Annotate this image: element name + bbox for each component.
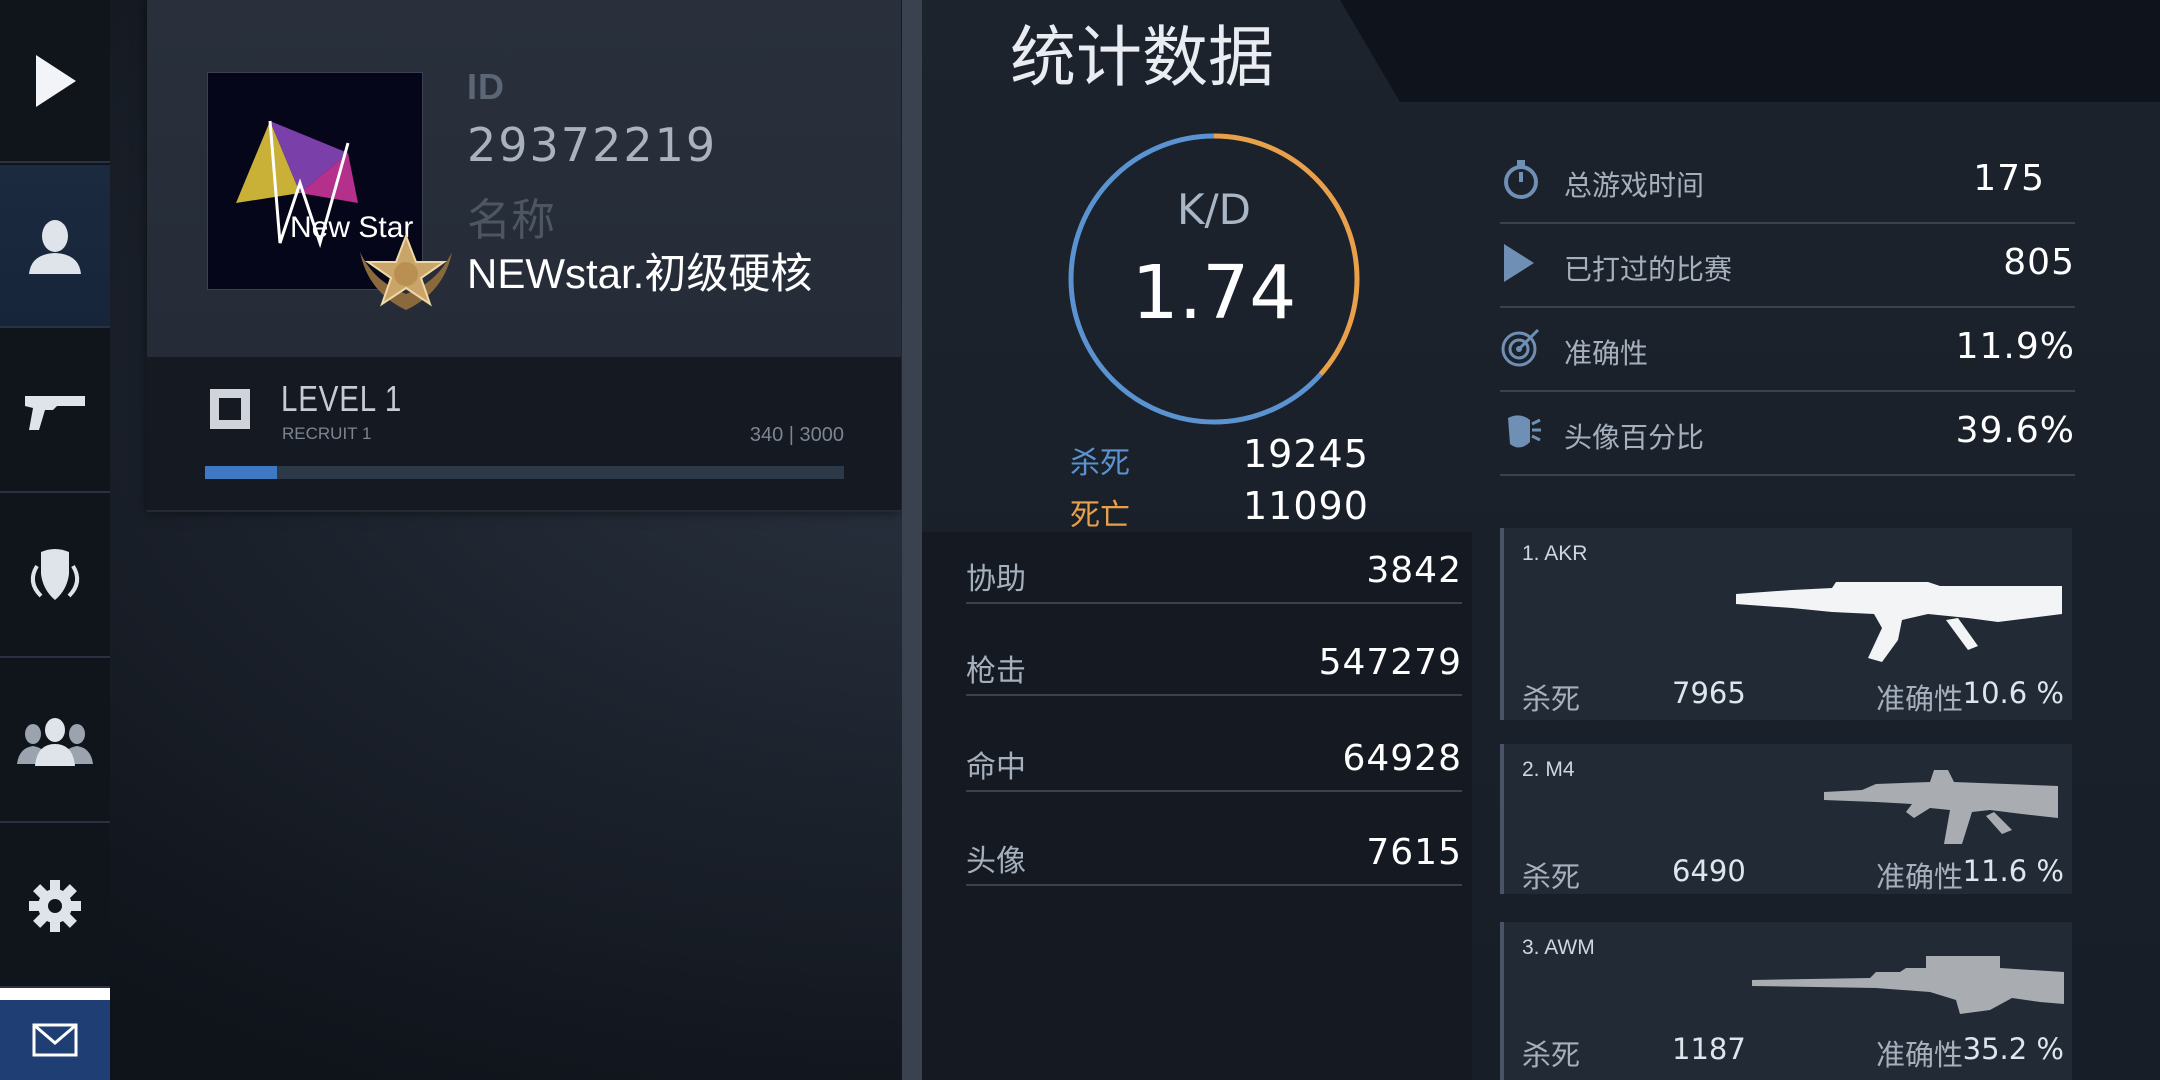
stats-title: 统计数据: [1010, 19, 1274, 96]
rank-badge-icon: [360, 233, 452, 310]
weapon-accuracy-label: 准确性: [1876, 860, 1964, 894]
nav-mail-button[interactable]: [0, 1000, 110, 1080]
rifle-m4-icon: [1824, 770, 2058, 844]
summary-row-accuracy: 准确性 11.9%: [1500, 306, 2075, 392]
stat-row-shots: 枪击 547279: [966, 630, 1462, 696]
headshot-icon: [1508, 415, 1541, 448]
nav-settings-button[interactable]: [0, 825, 110, 988]
weapon-kills-label: 杀死: [1522, 1038, 1581, 1072]
level-xp-text: 340 | 3000: [749, 424, 844, 446]
stat-value: 7615: [1366, 832, 1462, 873]
weapon-card-akr[interactable]: 1. AKR 杀死 7965 准确性 10.6 %: [1500, 528, 2072, 720]
stat-label: 头像: [966, 844, 1026, 879]
weapon-kills-value: 6490: [1672, 854, 1746, 888]
profile-icon: [29, 219, 81, 274]
rifle-ak-icon: [1736, 582, 2062, 662]
stat-row-assists: 协助 3842: [966, 538, 1462, 604]
weapon-name: 2. M4: [1522, 758, 1575, 781]
xp-progress-bar: [205, 466, 844, 479]
stat-value: 64928: [1342, 738, 1462, 779]
level-title: LEVEL 1: [281, 378, 403, 419]
level-rank-icon: [210, 389, 250, 429]
weapon-accuracy-label: 准确性: [1876, 1038, 1964, 1072]
deaths-label: 死亡: [1070, 498, 1130, 533]
stat-label: 协助: [966, 562, 1026, 597]
weapon-card-awm[interactable]: 3. AWM 杀死 1187 准确性 35.2 %: [1500, 922, 2072, 1080]
summary-row-headshot-pct: 头像百分比 39.6%: [1500, 390, 2075, 476]
weapon-kills-label: 杀死: [1522, 682, 1581, 716]
id-value: 29372219: [467, 118, 718, 172]
weapon-card-m4[interactable]: 2. M4 杀死 6490 准确性 11.6 %: [1500, 744, 2072, 894]
deaths-value: 11090: [1243, 484, 1369, 528]
summary-value: 175: [1973, 158, 2045, 199]
stat-label: 枪击: [966, 654, 1026, 689]
stat-label: 命中: [966, 750, 1026, 785]
secondary-stats-panel: [922, 532, 1472, 1080]
level-subtitle: RECRUIT 1: [282, 424, 372, 443]
stopwatch-icon: [1504, 160, 1538, 199]
summary-value: 805: [2003, 242, 2075, 283]
target-icon: [1501, 328, 1540, 367]
summary-label: 准确性: [1564, 337, 1649, 370]
summary-row-matches: 已打过的比赛 805: [1500, 222, 2075, 308]
stat-row-hits: 命中 64928: [966, 726, 1462, 792]
nav-clan-button[interactable]: [0, 495, 110, 658]
name-label: 名称: [467, 195, 555, 246]
summary-row-playtime: 总游戏时间 175: [1500, 138, 2075, 224]
weapon-accuracy-value: 35.2 %: [1962, 1032, 2064, 1066]
play-icon: [36, 54, 76, 107]
gear-icon: [29, 879, 81, 932]
name-value: NEWstar.初级硬核: [467, 250, 813, 297]
mail-icon: [32, 1023, 78, 1057]
side-navigation: [0, 0, 110, 1080]
shield-emblem-icon: [30, 548, 80, 600]
nav-friends-button[interactable]: [0, 660, 110, 823]
summary-value: 39.6%: [1955, 410, 2075, 451]
xp-progress-fill: [205, 466, 277, 479]
weapon-kills-value: 1187: [1672, 1032, 1746, 1066]
kd-value: 1.74: [1131, 250, 1297, 336]
weapon-accuracy-label: 准确性: [1876, 682, 1964, 716]
nav-play-button[interactable]: [0, 0, 110, 163]
panel-divider: [902, 0, 922, 1080]
summary-label: 已打过的比赛: [1564, 253, 1733, 286]
nav-profile-button[interactable]: [0, 165, 110, 328]
nav-mail-highlight: [0, 988, 110, 1000]
weapon-kills-value: 7965: [1672, 676, 1746, 710]
title-accent-shape: [1340, 0, 2160, 102]
kd-label: K/D: [1176, 185, 1252, 234]
summary-value: 11.9%: [1955, 326, 2075, 367]
stat-row-headshots: 头像 7615: [966, 820, 1462, 886]
weapon-name: 1. AKR: [1522, 542, 1588, 565]
id-label: ID: [467, 66, 505, 107]
sniper-awm-icon: [1752, 956, 2064, 1014]
nav-weapons-button[interactable]: [0, 330, 110, 493]
kills-value: 19245: [1243, 432, 1369, 476]
kills-label: 杀死: [1070, 446, 1130, 481]
weapon-kills-label: 杀死: [1522, 860, 1581, 894]
weapon-name: 3. AWM: [1522, 936, 1595, 959]
group-icon: [17, 717, 93, 766]
summary-label: 头像百分比: [1564, 421, 1705, 454]
summary-label: 总游戏时间: [1564, 169, 1705, 202]
play-triangle-icon: [1504, 244, 1534, 282]
stat-value: 547279: [1318, 642, 1462, 683]
weapon-accuracy-value: 10.6 %: [1962, 676, 2064, 710]
pistol-icon: [25, 395, 85, 430]
weapon-accuracy-value: 11.6 %: [1962, 854, 2064, 888]
stat-value: 3842: [1366, 550, 1462, 591]
